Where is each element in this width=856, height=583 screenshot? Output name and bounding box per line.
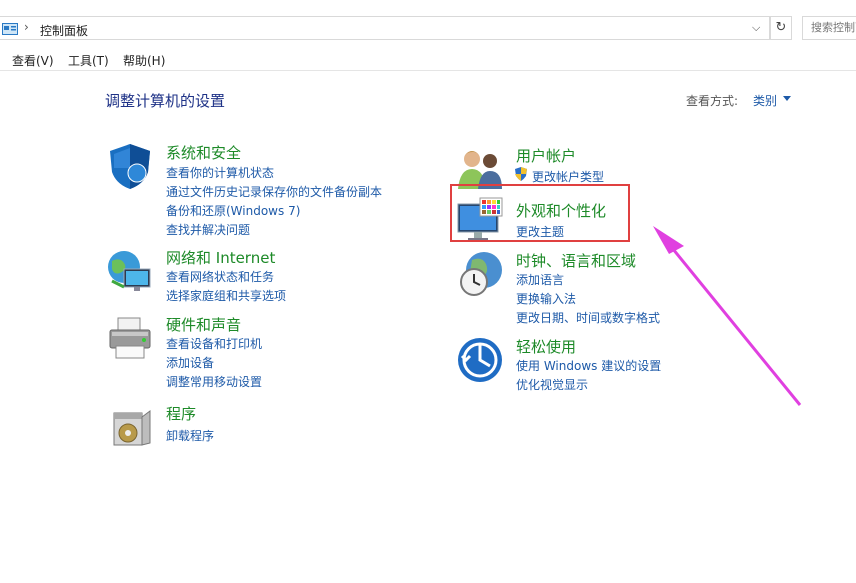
link-add-language[interactable]: 添加语言 (516, 271, 564, 288)
shield-icon (110, 144, 150, 189)
category-title[interactable]: 用户帐户 (516, 145, 576, 166)
control-panel-icon (2, 23, 18, 35)
network-globe-icon (108, 251, 151, 291)
menu-view[interactable]: 查看(V) (12, 52, 54, 69)
address-dropdown-icon[interactable]: ⌵ (752, 21, 760, 35)
link-recommended-settings[interactable]: 使用 Windows 建议的设置 (516, 357, 661, 374)
breadcrumb-path[interactable]: 控制面板 (40, 22, 88, 39)
menu-help[interactable]: 帮助(H) (123, 52, 165, 69)
category-title[interactable]: 时钟、语言和区域 (516, 250, 636, 271)
link-homegroup[interactable]: 选择家庭组和共享选项 (166, 287, 286, 304)
breadcrumb-chevron-icon: › (24, 20, 29, 34)
view-by-label: 查看方式: (686, 94, 739, 108)
category-title[interactable]: 程序 (166, 403, 196, 424)
category-title[interactable]: 系统和安全 (166, 142, 241, 163)
address-field[interactable]: › 控制面板 ⌵ (0, 16, 770, 40)
link-network-status[interactable]: 查看网络状态和任务 (166, 268, 274, 285)
link-optimize-display[interactable]: 优化视觉显示 (516, 376, 588, 393)
category-title[interactable]: 硬件和声音 (166, 314, 241, 335)
link-check-status[interactable]: 查看你的计算机状态 (166, 164, 274, 181)
chevron-down-icon[interactable] (783, 96, 791, 101)
link-uninstall-program[interactable]: 卸载程序 (166, 427, 214, 444)
link-backup-restore[interactable]: 备份和还原(Windows 7) (166, 202, 300, 219)
link-change-account-type[interactable]: 更改帐户类型 (532, 168, 604, 185)
category-title[interactable]: 网络和 Internet (166, 247, 275, 268)
link-troubleshoot[interactable]: 查找并解决问题 (166, 221, 250, 238)
address-bar: › 控制面板 ⌵ ↻ 搜索控制面板 (0, 14, 856, 42)
view-by-dropdown[interactable]: 类别 (753, 92, 777, 109)
printer-icon (109, 317, 151, 359)
programs-box-icon (113, 410, 151, 446)
refresh-button[interactable]: ↻ (770, 16, 792, 40)
category-title[interactable]: 轻松使用 (516, 336, 576, 357)
highlight-box (450, 184, 630, 242)
link-file-history[interactable]: 通过文件历史记录保存你的文件备份副本 (166, 183, 382, 200)
menu-bar: 查看(V) 工具(T) 帮助(H) (0, 44, 856, 71)
link-mobility-settings[interactable]: 调整常用移动设置 (166, 373, 262, 390)
link-change-date-time-format[interactable]: 更改日期、时间或数字格式 (516, 309, 660, 326)
menu-tools[interactable]: 工具(T) (68, 52, 109, 69)
link-devices-printers[interactable]: 查看设备和打印机 (166, 335, 262, 352)
ease-of-access-icon (458, 338, 502, 382)
uac-shield-icon (515, 167, 527, 181)
link-change-input-method[interactable]: 更换输入法 (516, 290, 576, 307)
link-add-device[interactable]: 添加设备 (166, 354, 214, 371)
page-title: 调整计算机的设置 (105, 92, 226, 110)
clock-globe-icon (460, 252, 502, 296)
search-input[interactable]: 搜索控制面板 (802, 16, 856, 40)
